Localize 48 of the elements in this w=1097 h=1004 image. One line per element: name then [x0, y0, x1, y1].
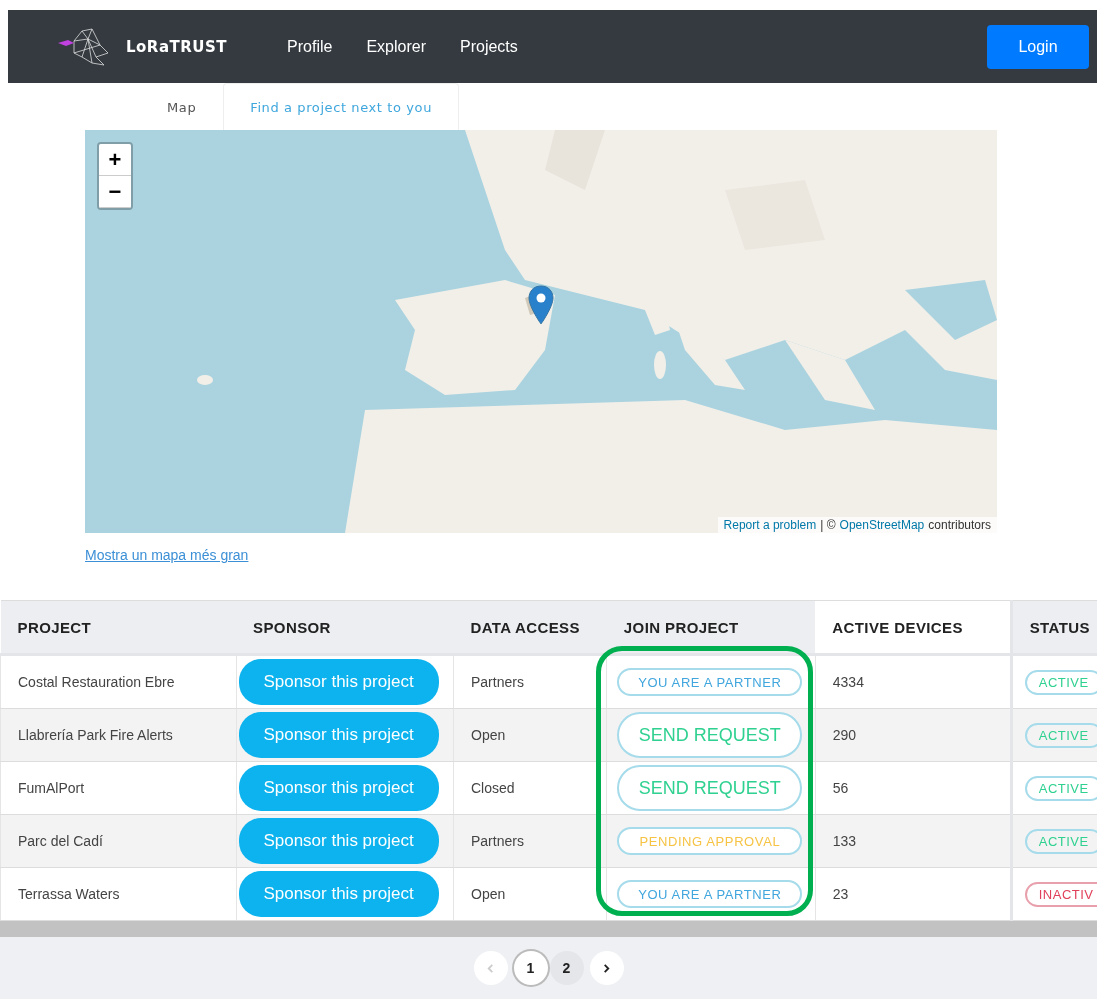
column-header: STATUS — [1011, 600, 1097, 655]
column-header: ACTIVE DEVICES — [815, 600, 1012, 655]
larger-map-link[interactable]: Mostra un mapa més gran — [85, 547, 249, 563]
nav-link[interactable]: Projects — [460, 37, 518, 56]
table-cell: Partners — [453, 654, 607, 709]
attribution-separator: | © — [820, 518, 836, 532]
table-cell: 56 — [815, 761, 1012, 815]
table-cell: Terrassa Waters — [0, 867, 236, 921]
report-problem-link[interactable]: Report a problem — [723, 518, 817, 532]
table-cell: 290 — [815, 708, 1012, 762]
chevron-left-icon — [486, 963, 495, 973]
table-cell: Open — [453, 708, 607, 762]
status-badge: ACTIVE — [1024, 722, 1097, 748]
status-badge: ACTIVE — [1024, 669, 1097, 695]
table-cell: Llabrería Park Fire Alerts — [0, 708, 236, 762]
partner-badge: YOU ARE A PARTNER — [617, 668, 803, 696]
pending-badge: PENDING APPROVAL — [617, 827, 803, 855]
table-cell: 23 — [815, 867, 1012, 921]
nav-link[interactable]: Profile — [287, 37, 333, 56]
page-button[interactable]: 2 — [549, 951, 584, 985]
table-cell: Parc del Cadí — [0, 814, 236, 868]
table-cell: Closed — [453, 761, 607, 815]
attribution-text: contributors — [928, 518, 991, 532]
openstreetmap-link[interactable]: OpenStreetMap — [839, 518, 925, 532]
nav-link[interactable]: Explorer — [366, 37, 426, 56]
table-cell: Costal Restauration Ebre — [0, 654, 236, 709]
login-button[interactable]: Login — [987, 24, 1089, 69]
partner-badge: YOU ARE A PARTNER — [617, 880, 803, 908]
table-cell: FumAlPort — [0, 761, 236, 815]
tab[interactable]: Map — [140, 83, 224, 130]
column-header: SPONSOR — [236, 600, 454, 655]
next-page-button[interactable] — [589, 951, 624, 985]
status-badge: INACTIV — [1024, 881, 1097, 907]
column-header: DATA ACCESS — [453, 600, 607, 655]
zoom-in-button[interactable]: + — [99, 144, 131, 176]
column-header: PROJECT — [0, 600, 236, 655]
zoom-out-button[interactable]: − — [99, 176, 131, 208]
table-cell: Open — [453, 867, 607, 921]
table-cell: 133 — [815, 814, 1012, 868]
table-cell: 4334 — [815, 654, 1012, 709]
table-cell: Partners — [453, 814, 607, 868]
status-badge: ACTIVE — [1024, 828, 1097, 854]
chevron-right-icon — [602, 963, 611, 973]
map-pin-icon — [528, 285, 554, 325]
status-badge: ACTIVE — [1024, 775, 1097, 801]
brand-name: LoRaTRUST — [126, 37, 228, 56]
page-button[interactable]: 1 — [513, 951, 548, 985]
horizontal-scrollbar[interactable] — [0, 921, 1097, 937]
